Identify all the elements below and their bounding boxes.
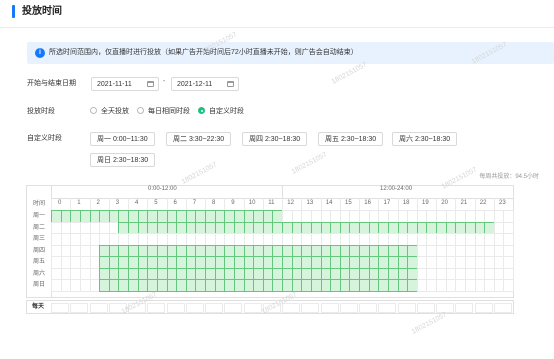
day-label: 周日 — [32, 282, 45, 288]
hour-label: 16 — [364, 200, 371, 206]
hour-label: 9 — [231, 200, 235, 206]
end-date-input[interactable]: 2021-12-11 — [171, 77, 239, 91]
section-header: 投放时间 — [0, 0, 554, 28]
schedule-label: 投放时段 — [27, 108, 55, 115]
time-chip[interactable]: 周二 3:30~22:30 — [166, 132, 232, 146]
watermark-text: 1802151057 — [290, 151, 329, 176]
custom-label: 自定义时段 — [27, 135, 62, 142]
hour-label: 20 — [441, 200, 448, 206]
everyday-slot[interactable] — [70, 303, 89, 313]
start-date-input[interactable]: 2021-11-11 — [91, 77, 159, 91]
radio-checked-icon — [198, 107, 205, 114]
everyday-slot[interactable] — [397, 303, 416, 313]
everyday-slot[interactable] — [436, 303, 454, 313]
everyday-slot[interactable] — [166, 303, 185, 313]
everyday-slot[interactable] — [378, 303, 397, 313]
everyday-slot[interactable] — [262, 303, 281, 313]
radio-same-daily[interactable]: 每日相同时段 — [137, 106, 190, 118]
watermark-text: 1802151057 — [330, 61, 369, 86]
am-header: 0:00-12:00 — [148, 186, 177, 192]
hour-label: 6 — [173, 200, 177, 206]
everyday-slot[interactable] — [455, 303, 474, 313]
time-chip[interactable]: 周日 2:30~18:30 — [90, 153, 156, 167]
day-label: 周二 — [32, 224, 45, 231]
hour-label: 17 — [383, 200, 391, 206]
watermark-text: 1802151057 — [180, 161, 219, 186]
everyday-slot[interactable] — [493, 303, 512, 313]
hour-label: 3 — [115, 200, 120, 206]
radio-label: 每日相同时段 — [148, 108, 190, 115]
hour-label: 14 — [325, 200, 333, 206]
everyday-slot[interactable] — [282, 303, 300, 313]
day-label: 周六 — [32, 270, 45, 277]
hour-label: 4 — [134, 200, 139, 206]
info-text: 所选时间范围内，仅直播时进行投放（如果广告开始时间后72小时直播未开始，则广告会… — [49, 49, 358, 56]
radio-custom[interactable]: 自定义时段 — [198, 106, 244, 118]
everyday-slot[interactable] — [51, 303, 69, 313]
end-date-value: 2021-12-11 — [177, 81, 213, 88]
radio-all-day[interactable]: 全天投放 — [90, 106, 129, 118]
date-separator: - — [163, 78, 166, 85]
everyday-slot[interactable] — [416, 303, 435, 313]
everyday-slot[interactable] — [474, 303, 493, 313]
everyday-slot[interactable] — [147, 303, 166, 313]
everyday-slot[interactable] — [224, 303, 243, 313]
hour-label: 13 — [306, 200, 314, 206]
hour-label: 12 — [287, 200, 294, 206]
info-icon: i — [35, 48, 45, 58]
time-chip[interactable]: 周六 2:30~18:30 — [392, 132, 458, 146]
radio-label: 自定义时段 — [209, 108, 244, 115]
hour-label: 1 — [77, 200, 81, 206]
everyday-slot[interactable] — [301, 303, 320, 313]
time-chip[interactable]: 周四 2:30~18:30 — [242, 132, 308, 146]
day-label: 周一 — [32, 213, 45, 219]
hour-label: 5 — [154, 200, 158, 206]
day-label: 周三 — [32, 236, 45, 242]
weekly-summary: 每周共投放：94.5小时 — [479, 174, 539, 180]
hour-label: 19 — [422, 200, 429, 206]
everyday-row: 每天 — [26, 300, 514, 314]
everyday-slot[interactable] — [359, 303, 377, 313]
hour-label: 10 — [248, 200, 256, 206]
hour-label: 11 — [268, 200, 275, 206]
everyday-slot[interactable] — [128, 303, 146, 313]
pm-header: 12:00-24:00 — [380, 186, 413, 192]
everyday-slot[interactable] — [89, 303, 108, 313]
calendar-icon — [227, 81, 234, 87]
everyday-slot[interactable] — [339, 303, 358, 313]
title-accent-bar — [12, 5, 15, 18]
time-slot[interactable] — [503, 279, 514, 292]
watermark-text: 1802151057 — [410, 311, 449, 336]
everyday-slot[interactable] — [108, 303, 127, 313]
day-label: 周五 — [32, 259, 45, 265]
hour-label: 23 — [499, 200, 506, 206]
hour-label: 2 — [96, 200, 100, 206]
everyday-slot[interactable] — [205, 303, 223, 313]
radio-circle-icon — [137, 107, 144, 114]
calendar-icon — [147, 81, 154, 87]
time-corner-label: 时间 — [32, 201, 45, 207]
info-banner: i 所选时间范围内，仅直播时进行投放（如果广告开始时间后72小时直播未开始，则广… — [27, 42, 554, 64]
hour-label: 18 — [402, 200, 410, 206]
everyday-label: 每天 — [32, 304, 45, 310]
hour-label: 7 — [192, 200, 197, 206]
hour-label: 8 — [211, 200, 216, 206]
start-date-value: 2021-11-11 — [97, 81, 132, 88]
hour-label: 21 — [460, 200, 468, 206]
hour-label: 0 — [57, 200, 62, 206]
radio-label: 全天投放 — [101, 108, 129, 115]
time-chip[interactable]: 周五 2:30~18:30 — [318, 132, 384, 146]
time-chip[interactable]: 周一 0:00~11:30 — [90, 132, 155, 146]
radio-circle-icon — [90, 107, 97, 114]
hour-label: 15 — [345, 200, 352, 206]
hour-label: 22 — [479, 200, 487, 206]
everyday-slot[interactable] — [243, 303, 262, 313]
day-label: 周四 — [32, 247, 45, 254]
everyday-slot[interactable] — [185, 303, 204, 313]
date-range-label: 开始与结束日期 — [27, 80, 76, 87]
section-title: 投放时间 — [22, 6, 62, 17]
everyday-slot[interactable] — [320, 303, 339, 313]
day-column: 时间周一周二周三周四周五周六周日 — [27, 186, 52, 297]
